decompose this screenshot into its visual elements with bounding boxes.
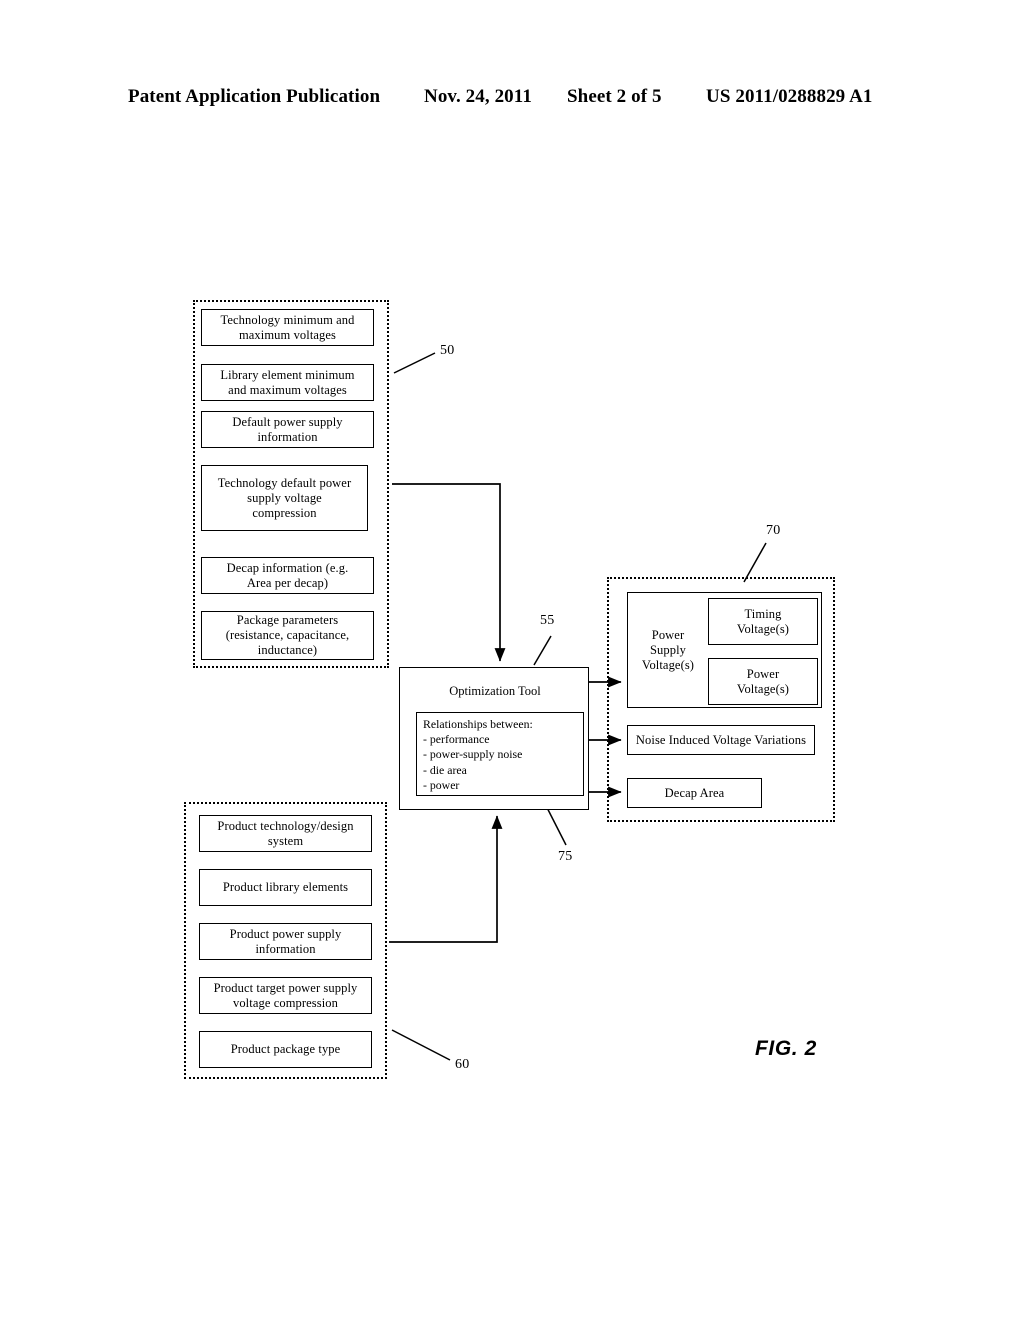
reference-numeral-60: 60: [455, 1057, 470, 1072]
input-box-package-parameters[interactable]: Package parameters (resistance, capacita…: [201, 611, 374, 660]
relationships-box: Relationships between: - performance - p…: [416, 712, 584, 796]
reference-numeral-55: 55: [540, 613, 555, 628]
output-box-decap-area[interactable]: Decap Area: [627, 778, 762, 808]
figure-label: FIG. 2: [755, 1037, 817, 1060]
optimization-tool-title: Optimization Tool: [449, 684, 541, 698]
figure-2-diagram: Technology minimum and maximum voltages …: [0, 0, 1024, 1320]
input-box-library-element-voltages[interactable]: Library element minimum and maximum volt…: [201, 364, 374, 401]
input-box-technology-default-voltage-compression[interactable]: Technology default power supply voltage …: [201, 465, 368, 531]
connector-lines: [389, 352, 767, 1061]
reference-numeral-50: 50: [440, 343, 455, 358]
input-box-technology-voltages[interactable]: Technology minimum and maximum voltages: [201, 309, 374, 346]
output-box-noise-induced-voltage-variations[interactable]: Noise Induced Voltage Variations: [627, 725, 815, 755]
input-box-default-power-supply-info[interactable]: Default power supply information: [201, 411, 374, 448]
input-box-decap-information[interactable]: Decap information (e.g. Area per decap): [201, 557, 374, 594]
input-box-product-technology-design-system[interactable]: Product technology/design system: [199, 815, 372, 852]
input-box-product-package-type[interactable]: Product package type: [199, 1031, 372, 1068]
output-box-power-voltages[interactable]: Power Voltage(s): [708, 658, 818, 705]
reference-numeral-75: 75: [558, 849, 573, 864]
optimization-tool-box[interactable]: Optimization Tool Relationships between:…: [399, 667, 589, 810]
output-box-timing-voltages[interactable]: Timing Voltage(s): [708, 598, 818, 645]
reference-numeral-70: 70: [766, 523, 781, 538]
input-box-product-library-elements[interactable]: Product library elements: [199, 869, 372, 906]
input-box-product-target-voltage-compression[interactable]: Product target power supply voltage comp…: [199, 977, 372, 1014]
input-box-product-power-supply-information[interactable]: Product power supply information: [199, 923, 372, 960]
